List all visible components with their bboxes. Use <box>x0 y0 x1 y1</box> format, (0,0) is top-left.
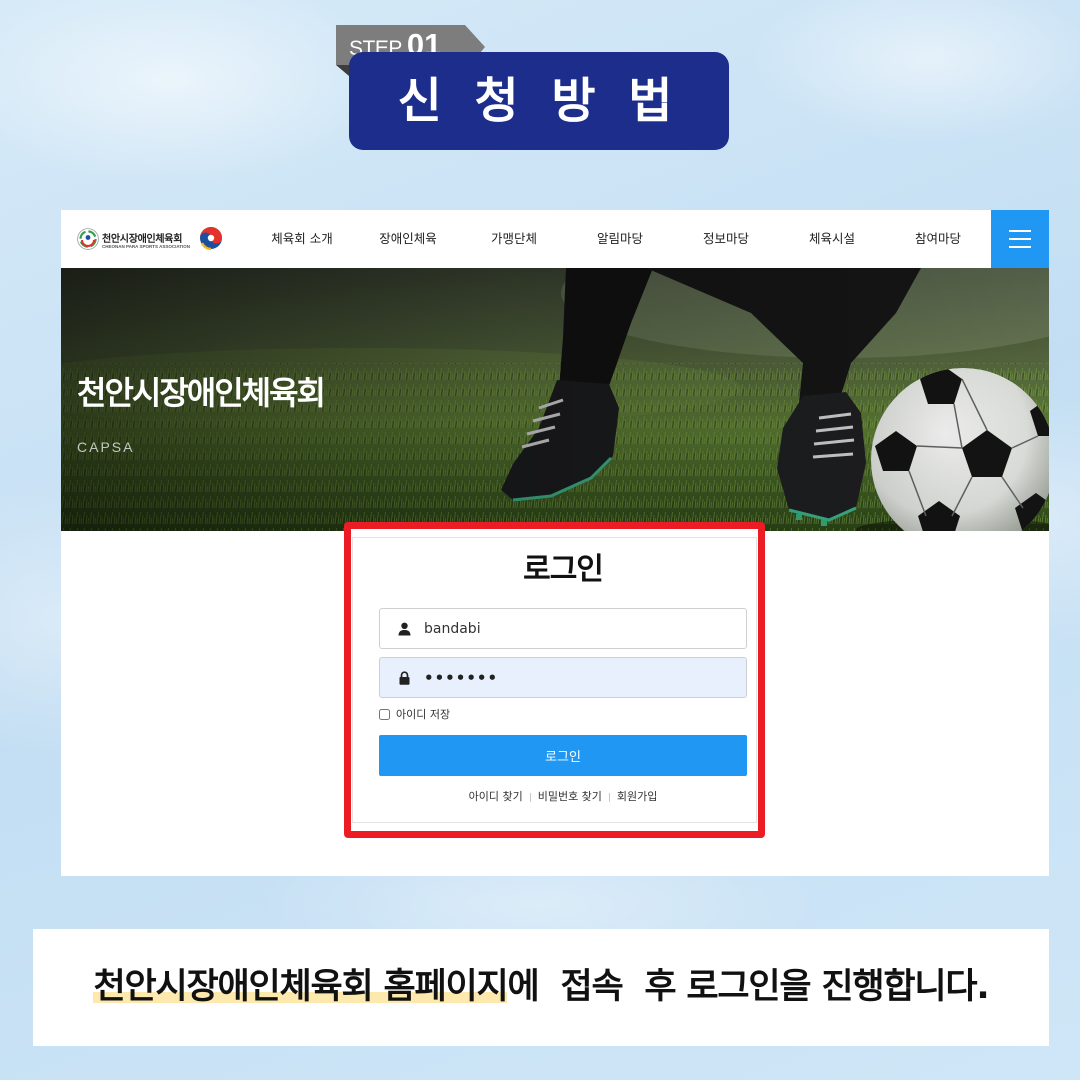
caption-box: 천안시장애인체육회 홈페이지에 접속 후 로그인을 진행합니다. <box>33 929 1049 1046</box>
taeguk-icon[interactable] <box>199 226 223 250</box>
nav-item-participation[interactable]: 참여마당 <box>885 210 991 268</box>
remember-id-checkbox[interactable] <box>379 709 390 720</box>
link-divider <box>608 792 610 802</box>
caption-text: 천안시장애인체육회 홈페이지에 접속 후 로그인을 진행합니다. <box>93 967 990 1007</box>
caption-rest: 에 접속 후 로그인을 진행합니다. <box>507 967 989 1007</box>
lock-icon <box>399 671 410 685</box>
link-divider <box>529 792 531 802</box>
nav-item-member-orgs[interactable]: 가맹단체 <box>461 210 567 268</box>
hero-banner: 천안시장애인체육회 CAPSA <box>61 268 1049 531</box>
menu-button[interactable] <box>991 210 1049 268</box>
hero-subtitle: CAPSA <box>77 439 135 455</box>
remember-id-label: 아이디 저장 <box>396 708 451 721</box>
page-heading: 신 청 방 법 <box>349 52 729 150</box>
password-input[interactable] <box>424 658 734 697</box>
site-header: 천안시장애인체육회 CHEONAN PARA SPORTS ASSOCIATIO… <box>61 210 1049 268</box>
user-icon <box>398 622 411 636</box>
username-input[interactable] <box>424 609 734 648</box>
find-password-link[interactable]: 비밀번호 찾기 <box>538 788 602 806</box>
emblem-icon[interactable] <box>77 228 99 250</box>
signup-link[interactable]: 회원가입 <box>617 788 657 806</box>
main-nav: 체육회 소개 장애인체육 가맹단체 알림마당 정보마당 체육시설 참여마당 <box>249 210 991 268</box>
website-screenshot: 천안시장애인체육회 CHEONAN PARA SPORTS ASSOCIATIO… <box>61 210 1049 876</box>
remember-id[interactable]: 아이디 저장 <box>379 709 450 720</box>
nav-item-information[interactable]: 정보마당 <box>673 210 779 268</box>
nav-item-facilities[interactable]: 체육시설 <box>779 210 885 268</box>
hero-title: 천안시장애인체육회 <box>77 374 326 412</box>
nav-item-para-sports[interactable]: 장애인체육 <box>355 210 461 268</box>
login-links: 아이디 찾기 비밀번호 찾기 회원가입 <box>379 788 747 806</box>
find-id-link[interactable]: 아이디 찾기 <box>469 788 523 806</box>
instruction-card: STEP 01 신 청 방 법 천안시장애인체육회 CHEONAN PARA S… <box>0 0 1080 1080</box>
login-title: 로그인 <box>523 552 604 587</box>
password-field[interactable] <box>379 657 747 698</box>
nav-item-about[interactable]: 체육회 소개 <box>249 210 355 268</box>
nav-item-notices[interactable]: 알림마당 <box>567 210 673 268</box>
caption-highlight: 천안시장애인체육회 홈페이지 <box>93 967 509 1007</box>
username-field[interactable] <box>379 608 747 649</box>
logo-title[interactable]: 천안시장애인체육회 <box>102 230 182 245</box>
login-form-highlight: 로그인 아이디 저장 로그인 아이 <box>344 522 765 838</box>
login-button[interactable]: 로그인 <box>379 735 747 776</box>
logo-subtitle: CHEONAN PARA SPORTS ASSOCIATION <box>102 244 191 249</box>
hamburger-icon <box>1009 230 1031 248</box>
